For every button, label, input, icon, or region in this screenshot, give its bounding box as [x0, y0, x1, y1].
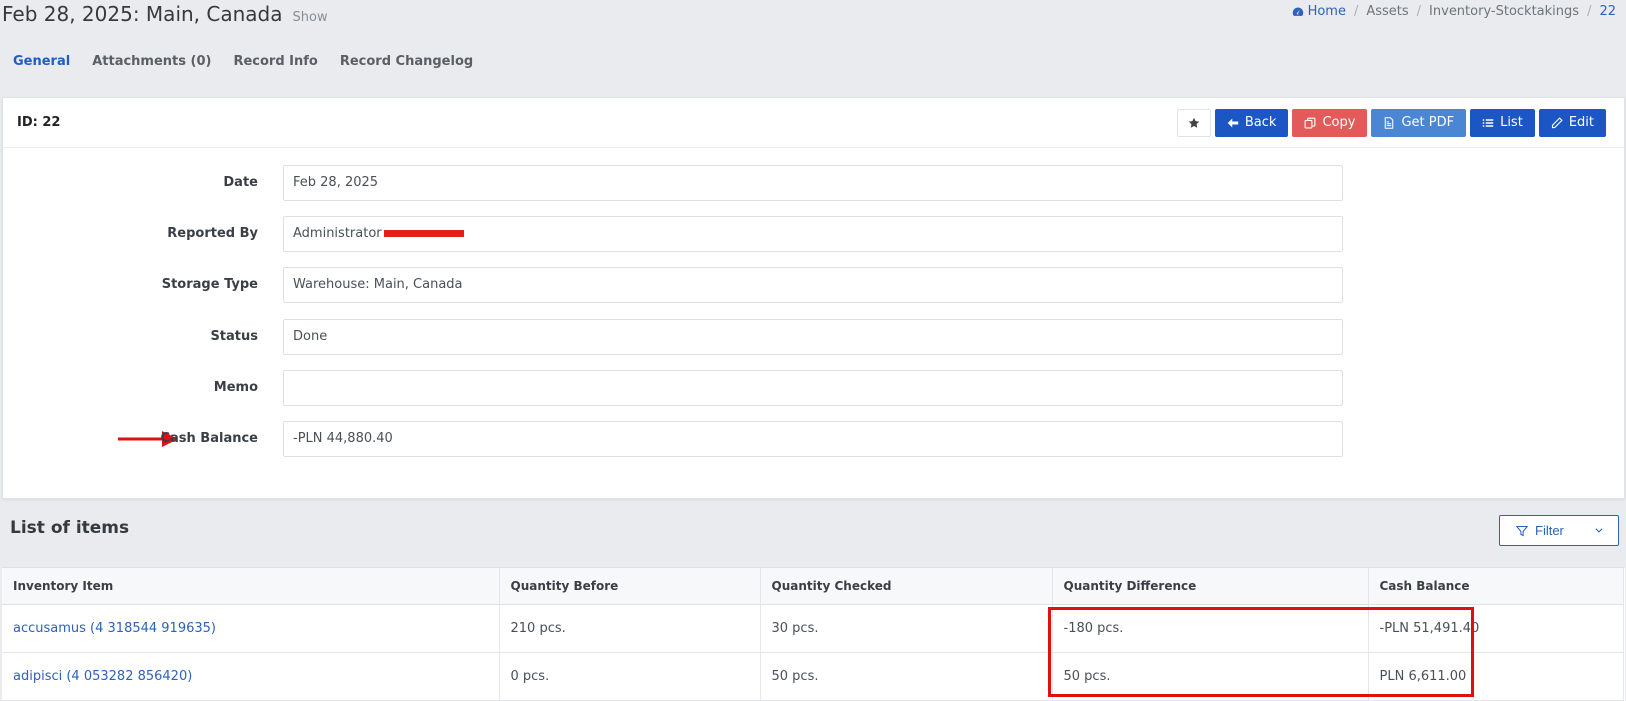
table-cell: 50 pcs. — [760, 652, 1053, 701]
breadcrumb-current-id[interactable]: 22 — [1599, 4, 1616, 19]
edit-button[interactable]: Edit — [1538, 108, 1606, 137]
record-id-title: ID: 22 — [17, 115, 61, 130]
reported-by-label: Reported By — [167, 226, 258, 241]
status-label: Status — [210, 329, 258, 344]
items-list-title: List of items — [10, 518, 130, 538]
edit-button-label: Edit — [1568, 115, 1594, 130]
breadcrumb-home[interactable]: Home — [1292, 4, 1346, 19]
date-row: Date Feb 28, 2025 — [3, 165, 1624, 201]
breadcrumb-separator: / — [1353, 4, 1359, 19]
breadcrumb-separator: / — [1587, 4, 1592, 19]
get-pdf-button-label: Get PDF — [1401, 115, 1455, 130]
table-cell: 210 pcs. — [499, 604, 761, 653]
table-cell: 0 pcs. — [499, 652, 761, 701]
column-header-quantity-checked[interactable]: Quantity Checked — [760, 568, 1053, 605]
table-cell: 50 pcs. — [1052, 652, 1369, 701]
reported-by-value: Administrator — [293, 226, 382, 241]
filter-button[interactable]: Filter — [1499, 515, 1619, 546]
date-field[interactable]: Feb 28, 2025 — [283, 165, 1343, 201]
back-button[interactable]: Back — [1214, 108, 1289, 137]
card-header: ID: 22 Back Copy Get PDF List Edit — [3, 98, 1624, 148]
memo-row: Memo — [3, 370, 1624, 406]
page-title: Feb 28, 2025: Main, Canada — [2, 2, 283, 26]
column-header-quantity-before[interactable]: Quantity Before — [499, 568, 761, 605]
column-header-cash-balance[interactable]: Cash Balance — [1368, 568, 1624, 605]
filter-icon — [1516, 525, 1528, 536]
date-label: Date — [223, 175, 258, 190]
dashboard-icon — [1292, 7, 1303, 16]
copy-icon — [1305, 117, 1316, 128]
chevron-down-icon — [1595, 528, 1603, 533]
copy-button[interactable]: Copy — [1292, 108, 1368, 137]
table-row: adipisci (4 053282 856420) 0 pcs. 50 pcs… — [2, 652, 1624, 701]
items-table: Inventory Item Quantity Before Quantity … — [2, 568, 1624, 701]
reported-by-row: Reported By Administrator — [3, 216, 1624, 252]
star-icon — [1188, 117, 1200, 128]
redaction-mark — [383, 230, 464, 237]
column-header-quantity-difference[interactable]: Quantity Difference — [1052, 568, 1369, 605]
breadcrumb-home-label: Home — [1307, 4, 1346, 19]
inventory-item-link[interactable]: accusamus (4 318544 919635) — [13, 621, 216, 636]
inventory-item-link[interactable]: adipisci (4 053282 856420) — [13, 669, 192, 684]
filter-button-label: Filter — [1535, 523, 1564, 538]
items-table-container: Inventory Item Quantity Before Quantity … — [2, 567, 1625, 701]
status-row: Status Done — [3, 319, 1624, 355]
list-button-label: List — [1500, 115, 1523, 130]
pdf-file-icon — [1385, 116, 1394, 129]
breadcrumb-separator: / — [1416, 4, 1422, 19]
page-header: Feb 28, 2025: Main, Canada Show — [2, 2, 328, 26]
back-button-label: Back — [1244, 115, 1277, 130]
breadcrumb-assets[interactable]: Assets — [1366, 4, 1408, 19]
page-subtitle: Show — [292, 10, 328, 25]
breadcrumb: Home / Assets / Inventory-Stocktakings /… — [1292, 4, 1616, 19]
table-cell: PLN 6,611.00 — [1368, 652, 1624, 701]
storage-type-row: Storage Type Warehouse: Main, Canada — [3, 267, 1624, 303]
memo-label: Memo — [213, 380, 258, 395]
memo-field[interactable] — [283, 370, 1343, 406]
tab-general[interactable]: General — [13, 54, 70, 69]
favorite-button[interactable] — [1176, 108, 1211, 137]
tab-record-changelog[interactable]: Record Changelog — [340, 54, 473, 69]
arrow-left-icon — [1227, 118, 1239, 127]
tab-record-info[interactable]: Record Info — [233, 54, 317, 69]
record-card: ID: 22 Back Copy Get PDF List Edit Date … — [2, 97, 1625, 499]
list-icon — [1482, 118, 1494, 127]
cash-balance-row: Cash Balance -PLN 44,880.40 — [3, 421, 1624, 457]
table-cell: adipisci (4 053282 856420) — [2, 652, 500, 701]
get-pdf-button[interactable]: Get PDF — [1371, 108, 1467, 137]
copy-button-label: Copy — [1322, 115, 1356, 130]
pencil-icon — [1551, 116, 1563, 128]
cash-balance-field[interactable]: -PLN 44,880.40 — [283, 421, 1343, 457]
reported-by-field[interactable]: Administrator — [283, 216, 1343, 252]
breadcrumb-section[interactable]: Inventory-Stocktakings — [1429, 4, 1579, 19]
tab-attachments[interactable]: Attachments (0) — [92, 54, 211, 69]
column-header-inventory-item[interactable]: Inventory Item — [2, 568, 500, 605]
action-toolbar: Back Copy Get PDF List Edit — [1176, 108, 1606, 137]
status-field[interactable]: Done — [283, 319, 1343, 355]
table-cell: accusamus (4 318544 919635) — [2, 604, 500, 653]
tab-bar: General Attachments (0) Record Info Reco… — [13, 54, 473, 69]
storage-type-field[interactable]: Warehouse: Main, Canada — [283, 267, 1343, 303]
table-row: accusamus (4 318544 919635) 210 pcs. 30 … — [2, 604, 1624, 653]
list-button[interactable]: List — [1470, 108, 1535, 137]
table-cell: 30 pcs. — [760, 604, 1053, 653]
table-cell: -PLN 51,491.40 — [1368, 604, 1624, 653]
table-header-row: Inventory Item Quantity Before Quantity … — [2, 568, 1624, 605]
storage-type-label: Storage Type — [161, 277, 258, 292]
cash-balance-label: Cash Balance — [160, 431, 258, 446]
table-cell: -180 pcs. — [1052, 604, 1369, 653]
